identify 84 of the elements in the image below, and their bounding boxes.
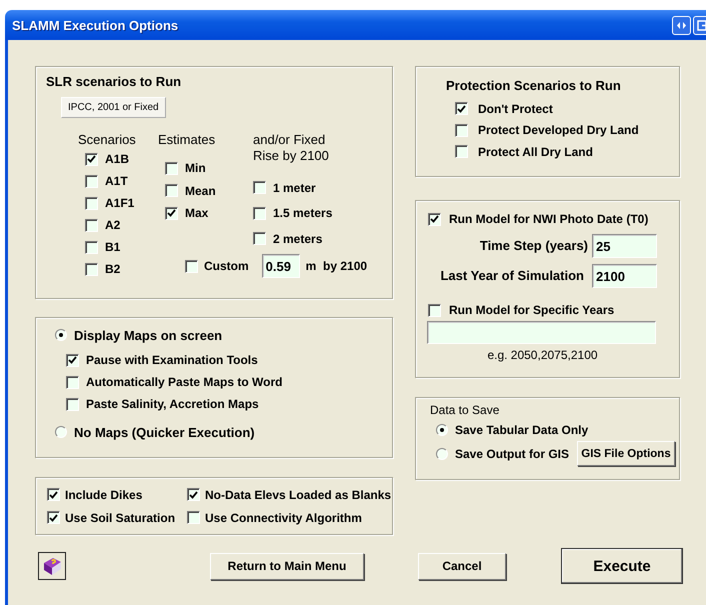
- checkbox[interactable]: [185, 260, 198, 272]
- checkbox[interactable]: [66, 354, 79, 366]
- window-icon: [697, 20, 706, 30]
- checkbox[interactable]: [85, 196, 98, 210]
- checkbox-label[interactable]: 2 meters: [273, 232, 322, 246]
- checkbox-label[interactable]: A1B: [105, 152, 130, 166]
- last-year-field[interactable]: 2100: [592, 264, 657, 288]
- checkbox-label[interactable]: No-Data Elevs Loaded as Blanks: [205, 488, 392, 502]
- checkbox[interactable]: [455, 145, 468, 158]
- group-title: Data to Save: [430, 403, 500, 417]
- checkbox-label[interactable]: Custom: [204, 259, 249, 273]
- group-title: Protection Scenarios to Run: [446, 78, 621, 93]
- column-header: and/or Fixed: [253, 132, 326, 148]
- checkbox-label[interactable]: Protect All Dry Land: [478, 144, 593, 159]
- checkbox[interactable]: [455, 124, 468, 137]
- checkbox-label[interactable]: Protect Developed Dry Land: [478, 123, 639, 138]
- checkbox-label[interactable]: Use Soil Saturation: [65, 510, 176, 524]
- checkbox-label[interactable]: 1.5 meters: [273, 206, 332, 220]
- checkbox-label[interactable]: Run Model for Specific Years: [449, 303, 614, 317]
- checkbox-label[interactable]: Include Dikes: [65, 488, 142, 502]
- checkbox[interactable]: [47, 511, 60, 524]
- resize-button[interactable]: [672, 16, 691, 34]
- checkbox-label[interactable]: 1 meter: [273, 180, 316, 195]
- dialog-button[interactable]: Cancel: [418, 552, 506, 580]
- checkbox-label[interactable]: A2: [105, 218, 120, 232]
- checkbox[interactable]: [66, 376, 79, 388]
- checkbox-label[interactable]: Use Connectivity Algorithm: [205, 510, 362, 524]
- checkbox-label[interactable]: Automatically Paste Maps to Word: [86, 375, 282, 389]
- field-label: Last Year of Simulation: [440, 268, 584, 284]
- checkbox[interactable]: [165, 162, 178, 175]
- checkbox-label[interactable]: A1F1: [105, 196, 134, 210]
- group-title: SLR scenarios to Run: [46, 74, 182, 90]
- hint-text: e.g. 2050,2075,2100: [487, 348, 598, 362]
- checkbox[interactable]: [165, 184, 178, 198]
- checkbox[interactable]: [455, 102, 468, 116]
- help-button[interactable]: [38, 552, 66, 580]
- window-title: SLAMM Execution Options: [12, 18, 180, 32]
- checkbox[interactable]: [85, 240, 98, 254]
- time-step-field[interactable]: 25: [592, 234, 657, 258]
- checkbox-label[interactable]: Pause with Examination Tools: [86, 353, 258, 367]
- checkbox-label[interactable]: Run Model for NWI Photo Date (T0): [449, 212, 648, 226]
- radio-button[interactable]: [436, 424, 448, 436]
- radio-button[interactable]: [55, 329, 67, 341]
- radio-label[interactable]: Save Tabular Data Only: [455, 423, 588, 437]
- checkbox[interactable]: [253, 181, 266, 194]
- column-header: Estimates: [158, 132, 216, 148]
- checkbox[interactable]: [187, 511, 200, 524]
- checkbox-label[interactable]: Paste Salinity, Accretion Maps: [86, 397, 259, 411]
- execute-button[interactable]: Execute: [561, 548, 683, 584]
- column-header: Scenarios: [78, 132, 137, 148]
- checkbox[interactable]: [253, 232, 266, 246]
- book-icon: [41, 555, 63, 577]
- checkbox[interactable]: [85, 174, 98, 188]
- checkbox-label[interactable]: B2: [105, 262, 120, 276]
- checkbox[interactable]: [85, 218, 98, 232]
- dialog-button[interactable]: Return to Main Menu: [210, 552, 364, 580]
- checkbox[interactable]: [428, 212, 441, 226]
- checkbox[interactable]: [165, 206, 178, 220]
- column-header: Rise by 2100: [253, 148, 329, 164]
- unit-label: m by 2100: [306, 259, 368, 273]
- radio-button[interactable]: [55, 426, 67, 438]
- field-label: Time Step (years): [480, 238, 588, 254]
- gis-options-button[interactable]: GIS File Options: [577, 441, 676, 466]
- checkbox[interactable]: [428, 304, 441, 316]
- tab[interactable]: IPCC, 2001 or Fixed: [61, 97, 166, 118]
- checkbox[interactable]: [47, 488, 60, 501]
- radio-label[interactable]: Display Maps on screen: [74, 328, 222, 342]
- checkbox-label[interactable]: Max: [185, 206, 208, 220]
- checkbox[interactable]: [66, 398, 79, 410]
- checkbox[interactable]: [187, 488, 200, 501]
- custom-rise-field[interactable]: 0.59: [262, 254, 300, 278]
- checkbox-label[interactable]: B1: [105, 240, 120, 254]
- arrows-icon: [676, 20, 687, 30]
- checkbox-label[interactable]: Don't Protect: [478, 102, 553, 116]
- checkbox[interactable]: [85, 262, 98, 276]
- specific-years-field[interactable]: [427, 321, 656, 344]
- checkbox[interactable]: [253, 206, 266, 220]
- radio-label[interactable]: Save Output for GIS: [455, 446, 570, 460]
- checkbox-label[interactable]: Mean: [185, 184, 216, 198]
- radio-button[interactable]: [436, 448, 448, 460]
- checkbox[interactable]: [85, 152, 98, 166]
- checkbox-label[interactable]: Min: [185, 161, 206, 176]
- radio-label[interactable]: No Maps (Quicker Execution): [74, 424, 255, 440]
- checkbox-label[interactable]: A1T: [105, 174, 128, 188]
